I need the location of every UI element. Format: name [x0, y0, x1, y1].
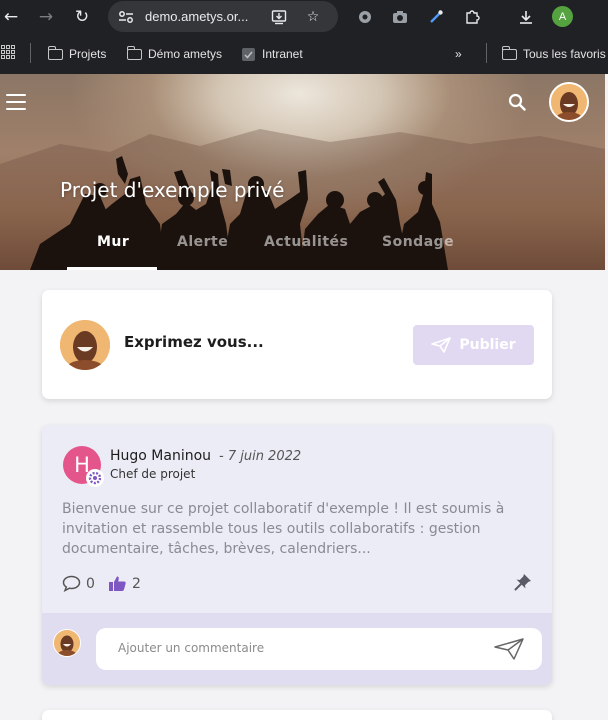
bookmark-intranet[interactable]: Intranet: [241, 45, 303, 63]
folder-icon: [501, 45, 517, 60]
tab-mur[interactable]: Mur: [97, 234, 129, 250]
browser-toolbar: ← → ↻ demo.ametys.or... ☆ A: [0, 0, 608, 34]
intranet-icon: [242, 47, 255, 61]
active-tab-indicator: [67, 267, 157, 270]
extension-icon[interactable]: [355, 7, 375, 27]
post-composer: Exprimez vous... Publier: [42, 290, 552, 399]
comments-count: 0: [86, 575, 95, 592]
project-title: Projet d'exemple privé: [60, 178, 285, 202]
composer-avatar: [60, 320, 110, 370]
comment-input[interactable]: Ajouter un commentaire: [96, 628, 542, 670]
composer-prompt[interactable]: Exprimez vous...: [124, 333, 264, 351]
more-bookmarks[interactable]: »: [455, 45, 462, 63]
address-bar[interactable]: demo.ametys.or... ☆: [108, 1, 338, 32]
folder-icon: [126, 45, 142, 60]
author-role: Chef de projet: [110, 467, 196, 481]
url-text: demo.ametys.or...: [145, 9, 249, 24]
search-icon[interactable]: [508, 93, 526, 111]
commenter-avatar: [53, 629, 81, 657]
bookmark-demo-ametys[interactable]: Démo ametys: [126, 45, 222, 63]
folder-icon: [47, 45, 63, 60]
eyedropper-icon[interactable]: [426, 7, 446, 27]
project-banner: Projet d'exemple privé Mur Alerte Actual…: [0, 74, 605, 270]
tab-alerte[interactable]: Alerte: [177, 234, 228, 250]
comment-icon: [62, 575, 81, 592]
profile-avatar[interactable]: A: [552, 6, 573, 27]
next-post-card: [42, 710, 552, 720]
all-bookmarks[interactable]: Tous les favoris: [501, 45, 606, 63]
back-icon[interactable]: ←: [0, 6, 22, 28]
bookmarks-bar: Projets Démo ametys Intranet » Tous les …: [0, 34, 608, 74]
comment-placeholder: Ajouter un commentaire: [118, 641, 265, 655]
install-icon[interactable]: [270, 8, 288, 26]
likes-stat[interactable]: 2: [108, 575, 141, 592]
user-avatar[interactable]: [549, 82, 589, 122]
thumbs-up-icon: [109, 576, 126, 591]
comments-stat[interactable]: 0: [62, 575, 95, 592]
gear-icon: [86, 469, 104, 487]
forward-icon[interactable]: →: [35, 6, 57, 28]
star-icon[interactable]: ☆: [304, 8, 322, 26]
publish-button[interactable]: Publier: [413, 325, 534, 365]
post-date: - 7 juin 2022: [219, 449, 302, 464]
send-icon[interactable]: [494, 638, 524, 660]
tab-actualites[interactable]: Actualités: [264, 234, 348, 250]
reload-icon[interactable]: ↻: [71, 6, 93, 28]
comment-area: Ajouter un commentaire: [42, 613, 552, 685]
bookmark-projets[interactable]: Projets: [47, 45, 106, 63]
puzzle-icon[interactable]: [462, 7, 482, 27]
wall-post: H Hugo Maninou - 7 juin 2022 Chef de pro…: [42, 425, 552, 685]
camera-icon[interactable]: [390, 7, 410, 27]
post-body: Bienvenue sur ce projet collaboratif d'e…: [62, 501, 505, 557]
tab-sondage[interactable]: Sondage: [382, 234, 454, 250]
site-settings-icon[interactable]: [117, 8, 135, 26]
pin-icon[interactable]: [513, 572, 533, 592]
post-author[interactable]: Hugo Maninou: [110, 448, 211, 464]
send-icon: [431, 337, 452, 353]
browser-chrome: ← → ↻ demo.ametys.or... ☆ A Projets Démo…: [0, 0, 608, 74]
bookmark-separator: [486, 43, 487, 63]
download-icon[interactable]: [516, 7, 536, 27]
menu-icon[interactable]: [6, 94, 26, 110]
likes-count: 2: [132, 575, 141, 592]
